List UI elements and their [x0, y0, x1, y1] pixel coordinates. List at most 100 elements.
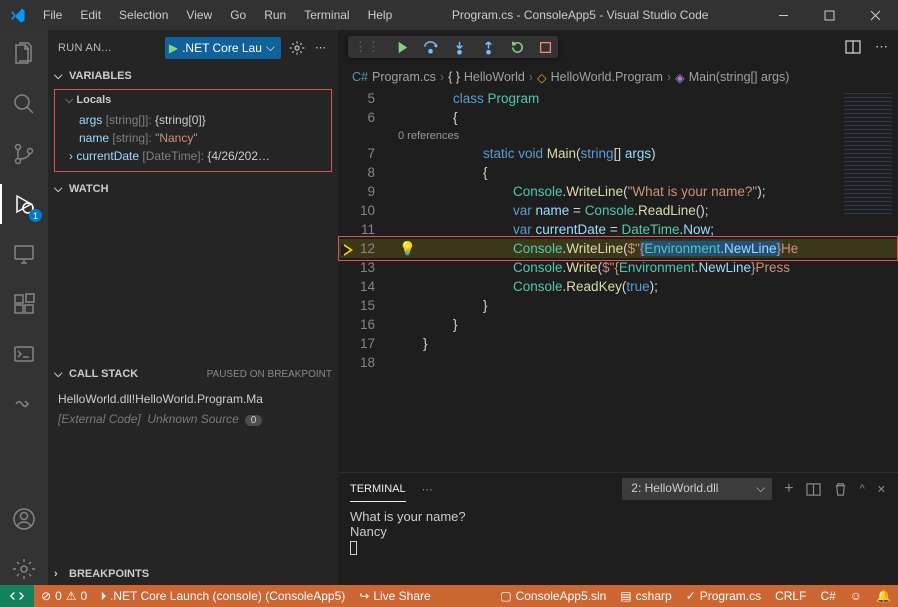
sidebar-title: RUN AN... — [58, 42, 159, 54]
debug-status[interactable]: 🞂.NET Core Launch (console) (ConsoleApp5… — [94, 585, 352, 607]
code-line[interactable]: 10var name = Console.ReadLine(); — [338, 201, 898, 220]
step-into-icon[interactable] — [452, 40, 467, 55]
step-over-icon[interactable] — [423, 40, 438, 55]
editor-more-icon[interactable]: ⋯ — [875, 39, 888, 55]
variables-section-header[interactable]: ⌵VARIABLES — [48, 65, 338, 87]
title-bar: File Edit Selection View Go Run Terminal… — [0, 0, 898, 30]
variable-row[interactable]: › currentDate [DateTime]: {4/26/202… — [55, 147, 331, 165]
menu-run[interactable]: Run — [256, 4, 294, 26]
code-editor[interactable]: 5class Program6{0 references7static void… — [338, 89, 898, 472]
problems-status[interactable]: ⊘0⚠0 — [34, 585, 94, 607]
eol-status[interactable]: CRLF — [768, 585, 813, 607]
launch-config-select[interactable]: ▶ .NET Core Lau ⌵ — [165, 37, 281, 59]
settings-gear-icon[interactable] — [0, 553, 48, 585]
callstack-section-header[interactable]: ⌵CALL STACKPAUSED ON BREAKPOINT — [48, 363, 338, 385]
stop-icon[interactable] — [539, 41, 552, 54]
class-icon: ◇ — [537, 70, 547, 85]
code-line[interactable]: 8{ — [338, 163, 898, 182]
code-line[interactable]: 15} — [338, 296, 898, 315]
solution-status[interactable]: ▢ConsoleApp5.sln — [493, 585, 613, 607]
terminal-panel: TERMINAL ⋯ 2: HelloWorld.dll + ^ ✕ What … — [338, 472, 898, 585]
menu-help[interactable]: Help — [360, 4, 401, 26]
code-line[interactable]: 9Console.WriteLine("What is your name?")… — [338, 182, 898, 201]
status-bar: ⊘0⚠0 🞂.NET Core Launch (console) (Consol… — [0, 585, 898, 607]
terminal-line: What is your name? — [350, 509, 886, 524]
code-line[interactable]: 14Console.ReadKey(true); — [338, 277, 898, 296]
run-debug-icon[interactable]: 1 — [0, 188, 48, 220]
maximize-panel-icon[interactable]: ^ — [860, 483, 865, 495]
remote-indicator[interactable] — [0, 585, 34, 607]
menu-edit[interactable]: Edit — [72, 4, 109, 26]
terminal-tab[interactable]: TERMINAL — [350, 477, 406, 502]
code-line[interactable]: 7static void Main(string[] args) — [338, 144, 898, 163]
lang-status[interactable]: ▤csharp — [613, 585, 678, 607]
menu-terminal[interactable]: Terminal — [296, 4, 357, 26]
share-icon[interactable] — [0, 388, 48, 420]
search-icon[interactable] — [0, 88, 48, 120]
menu-go[interactable]: Go — [222, 4, 254, 26]
code-line[interactable]: 11var currentDate = DateTime.Now; — [338, 220, 898, 239]
sidebar-more-icon[interactable]: ⋯ — [313, 39, 328, 56]
liveshare-status[interactable]: ↪Live Share — [352, 585, 437, 607]
feedback-icon[interactable]: ☺ — [843, 585, 869, 607]
launch-settings-gear-icon[interactable] — [287, 38, 307, 58]
source-control-icon[interactable] — [0, 138, 48, 170]
remote-explorer-icon[interactable] — [0, 238, 48, 270]
lang-mode-status[interactable]: C# — [813, 585, 842, 607]
split-editor-icon[interactable] — [845, 39, 861, 55]
breadcrumb-class[interactable]: HelloWorld.Program — [551, 70, 663, 84]
notifications-icon[interactable]: 🔔 — [869, 585, 898, 607]
watch-section-header[interactable]: ⌵WATCH — [48, 178, 338, 200]
file-status[interactable]: ✓Program.cs — [679, 585, 768, 607]
code-line[interactable]: 16} — [338, 315, 898, 334]
variable-row[interactable]: name [string]: "Nancy" — [55, 129, 331, 147]
breadcrumb[interactable]: C# Program.cs › { } HelloWorld › ◇ Hello… — [338, 65, 898, 89]
code-line[interactable]: 5class Program — [338, 89, 898, 108]
restart-icon[interactable] — [510, 40, 525, 55]
variables-panel: ⌵ Locals args [string[]]: {string[0]} na… — [54, 89, 332, 172]
breakpoints-section-header[interactable]: ›BREAKPOINTS — [48, 563, 338, 585]
locals-header[interactable]: ⌵ Locals — [55, 92, 331, 111]
code-line[interactable]: 12Console.WriteLine($"{Environment.NewLi… — [338, 239, 898, 258]
code-line[interactable]: 18 — [338, 353, 898, 372]
extensions-icon[interactable] — [0, 288, 48, 320]
drag-handle-icon[interactable]: ⋮⋮ — [354, 39, 380, 55]
menu-selection[interactable]: Selection — [111, 4, 176, 26]
activity-bar: 1 — [0, 30, 48, 585]
close-panel-icon[interactable]: ✕ — [877, 483, 886, 496]
debug-toolbar[interactable]: ⋮⋮ — [348, 36, 558, 58]
codelens-references[interactable]: 0 references — [338, 127, 898, 144]
lightbulb-icon[interactable]: 💡 — [399, 241, 416, 257]
breadcrumb-file[interactable]: Program.cs — [372, 70, 436, 84]
breadcrumb-method[interactable]: Main(string[] args) — [689, 70, 790, 84]
callstack-frame[interactable]: [External Code] Unknown Source0 — [58, 409, 328, 429]
callstack-frame[interactable]: HelloWorld.dll!HelloWorld.Program.Ma — [58, 389, 328, 409]
breadcrumb-namespace[interactable]: HelloWorld — [464, 70, 525, 84]
terminal-output[interactable]: What is your name? Nancy — [338, 505, 898, 585]
code-line[interactable]: 6{ — [338, 108, 898, 127]
window-title: Program.cs - ConsoleApp5 - Visual Studio… — [400, 8, 760, 22]
accounts-icon[interactable] — [0, 503, 48, 535]
terminal-cursor — [350, 541, 357, 555]
menu-file[interactable]: File — [35, 4, 70, 26]
code-line[interactable]: 17} — [338, 334, 898, 353]
step-out-icon[interactable] — [481, 40, 496, 55]
window-maximize-icon[interactable] — [806, 0, 852, 30]
code-line[interactable]: 13Console.Write($"{Environment.NewLine}P… — [338, 258, 898, 277]
menu-bar: File Edit Selection View Go Run Terminal… — [35, 4, 400, 26]
start-debug-icon[interactable]: ▶ — [169, 41, 178, 55]
split-terminal-icon[interactable] — [806, 482, 821, 497]
menu-view[interactable]: View — [178, 4, 220, 26]
minimap[interactable] — [838, 89, 898, 219]
window-minimize-icon[interactable] — [760, 0, 806, 30]
continue-icon[interactable] — [394, 40, 409, 55]
window-close-icon[interactable] — [852, 0, 898, 30]
sql-icon[interactable] — [0, 338, 48, 370]
variable-row[interactable]: args [string[]]: {string[0]} — [55, 111, 331, 129]
new-terminal-icon[interactable]: + — [784, 480, 793, 498]
explorer-icon[interactable] — [0, 38, 48, 70]
panel-more-icon[interactable]: ⋯ — [422, 483, 433, 496]
trash-icon[interactable] — [833, 482, 848, 497]
terminal-select[interactable]: 2: HelloWorld.dll — [622, 478, 772, 500]
callstack-panel: HelloWorld.dll!HelloWorld.Program.Ma [Ex… — [48, 385, 338, 433]
